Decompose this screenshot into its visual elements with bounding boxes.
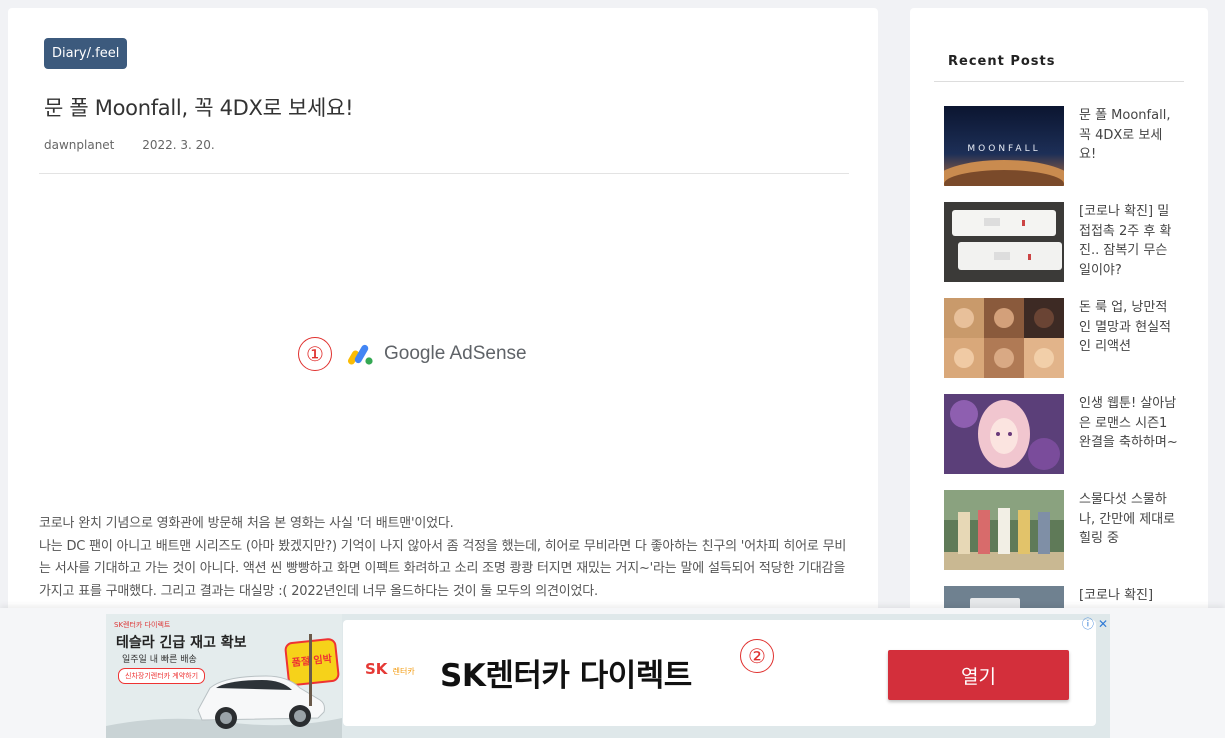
recent-post-item[interactable]: 돈 룩 업, 낭만적인 멸망과 현실적인 리액션 [944,298,1194,378]
ad-choices: ⓘ ✕ [1078,615,1108,632]
recent-posts-title: Recent Posts [948,54,1056,69]
car-image [106,634,342,738]
recent-post-title[interactable]: [코로나 확진] 밀접접촉 2주 후 확진.. 잠복기 무슨 일이야? [1079,202,1179,280]
post-thumbnail[interactable] [944,298,1064,378]
sk-logo-sub: 렌터카 [392,667,415,676]
recent-post-title[interactable]: 인생 웹툰! 살아남은 로맨스 시즌1 완결을 축하하며~ [1079,394,1179,453]
adsense-placeholder[interactable]: ① Google AdSense [298,334,527,374]
adsense-text: Google AdSense [384,343,527,364]
divider [39,173,849,174]
recent-post-title[interactable]: [코로나 확진] [1079,586,1179,606]
article-paragraph: 나는 DC 팬이 아니고 배트맨 시리즈도 (아마 봤겠지만?) 기억이 나지 … [39,538,847,599]
sk-logo-text: SK [365,660,388,678]
ad-image[interactable]: SK렌터카 다이렉트 테슬라 긴급 재고 확보 일주일 내 빠른 배송 신차장기… [106,614,342,738]
post-author[interactable]: dawnplanet [44,138,114,152]
open-button[interactable]: 열기 [888,650,1069,700]
anchor-ad-bar: SK렌터카 다이렉트 테슬라 긴급 재고 확보 일주일 내 빠른 배송 신차장기… [0,608,1225,738]
thumbnail-title: MOONFALL [967,144,1040,154]
recent-post-item[interactable]: 스물다섯 스물하나, 간만에 제대로 힐링 중 [944,490,1194,570]
article-paragraph: 코로나 완치 기념으로 영화관에 방문해 처음 본 영화는 사실 '더 배트맨'… [39,516,454,531]
sk-logo: SK 렌터카 [365,660,415,678]
annotation-marker-2: ② [740,639,774,673]
recent-post-item[interactable]: [코로나 확진] 밀접접촉 2주 후 확진.. 잠복기 무슨 일이야? [944,202,1194,282]
recent-post-title[interactable]: 돈 룩 업, 낭만적인 멸망과 현실적인 리액션 [1079,298,1179,357]
post-date: 2022. 3. 20. [142,138,215,152]
category-badge[interactable]: Diary/.feel [44,38,128,69]
post-thumbnail[interactable] [944,490,1064,570]
divider [934,81,1184,82]
ad-content[interactable]: SK 렌터카 SK렌터카 다이렉트 ② 열기 [343,620,1096,726]
adsense-logo: Google AdSense [348,342,527,366]
info-icon[interactable]: ⓘ [1082,617,1094,631]
close-icon[interactable]: ✕ [1098,617,1108,631]
recent-post-title[interactable]: 스물다섯 스물하나, 간만에 제대로 힐링 중 [1079,490,1179,549]
ad-title[interactable]: SK렌터카 다이렉트 [440,650,692,695]
recent-post-item[interactable]: MOONFALL 문 폴 Moonfall, 꼭 4DX로 보세요! [944,106,1194,186]
recent-post-title[interactable]: 문 폴 Moonfall, 꼭 4DX로 보세요! [1079,106,1179,165]
adsense-icon [348,344,373,365]
annotation-marker-1: ① [298,337,332,371]
post-title: 문 폴 Moonfall, 꼭 4DX로 보세요! [44,96,354,120]
recent-post-item[interactable]: 인생 웹툰! 살아남은 로맨스 시즌1 완결을 축하하며~ [944,394,1194,474]
post-thumbnail[interactable] [944,394,1064,474]
ad-banner[interactable]: SK렌터카 다이렉트 테슬라 긴급 재고 확보 일주일 내 빠른 배송 신차장기… [106,614,1110,738]
post-thumbnail[interactable] [944,202,1064,282]
post-card: Diary/.feel 문 폴 Moonfall, 꼭 4DX로 보세요! da… [8,8,878,628]
post-meta: dawnplanet 2022. 3. 20. [44,138,215,152]
post-thumbnail[interactable]: MOONFALL [944,106,1064,186]
sidebar: Recent Posts MOONFALL 문 폴 Moonfall, 꼭 4D… [910,8,1208,628]
article-body: 코로나 완치 기념으로 영화관에 방문해 처음 본 영화는 사실 '더 배트맨'… [39,513,851,603]
